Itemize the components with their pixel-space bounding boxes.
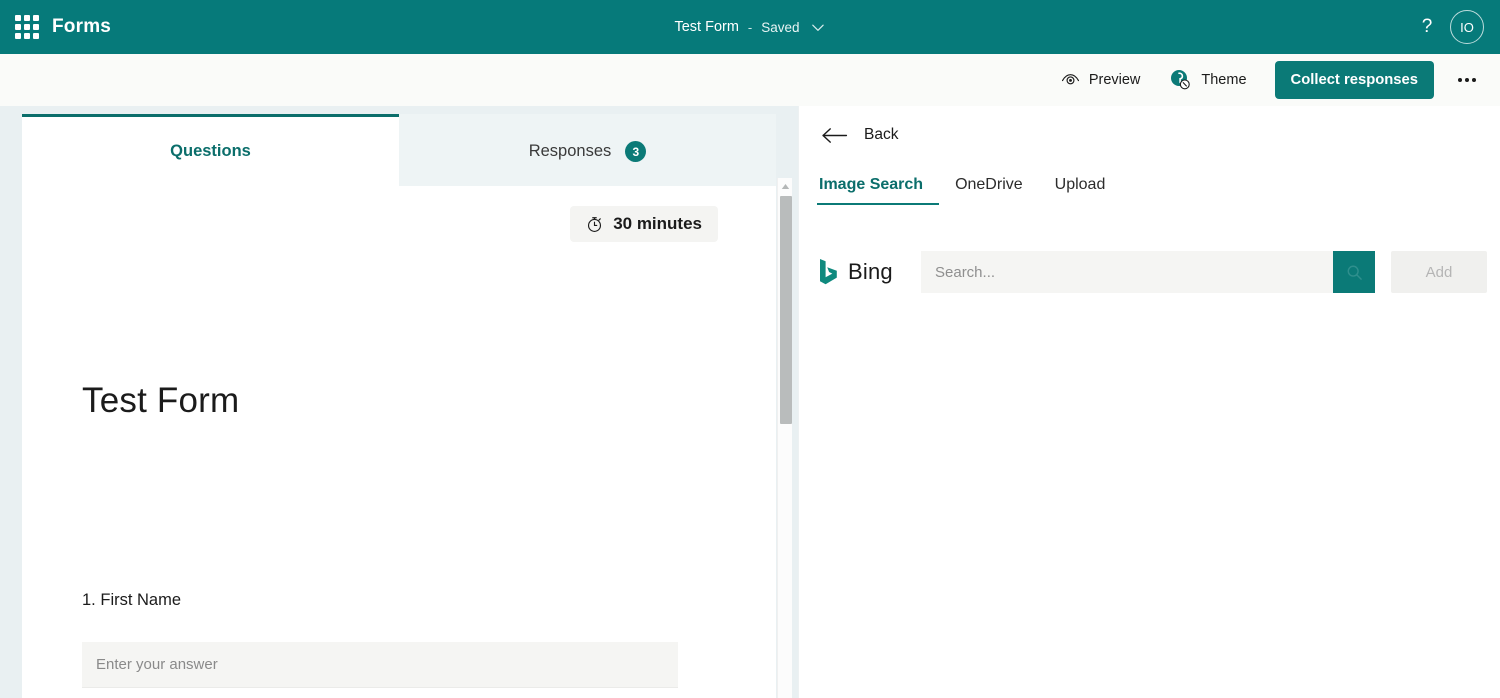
tab-upload[interactable]: Upload bbox=[1039, 176, 1122, 205]
bing-label: Bing bbox=[848, 259, 893, 284]
ellipsis-dot bbox=[1465, 78, 1469, 82]
timer-label: 30 minutes bbox=[613, 214, 702, 233]
more-options-icon[interactable] bbox=[1448, 61, 1486, 99]
question-item: 1. First Name bbox=[82, 591, 702, 688]
ellipsis-dot bbox=[1458, 78, 1462, 82]
form-title[interactable]: Test Form bbox=[82, 381, 239, 421]
tab-responses[interactable]: Responses 3 bbox=[399, 114, 776, 186]
waffle-dot bbox=[33, 15, 39, 21]
collect-responses-button[interactable]: Collect responses bbox=[1274, 61, 1434, 99]
image-search-input[interactable] bbox=[921, 251, 1333, 293]
waffle-dot bbox=[24, 24, 30, 30]
command-toolbar: Preview Theme Collect responses bbox=[0, 54, 1500, 106]
waffle-dot bbox=[24, 33, 30, 39]
theme-button[interactable]: Theme bbox=[1156, 63, 1258, 97]
bing-brand: Bing bbox=[817, 257, 921, 287]
eye-icon bbox=[1061, 74, 1079, 85]
app-launcher-icon[interactable] bbox=[14, 14, 40, 40]
tab-responses-label: Responses bbox=[528, 142, 612, 160]
app-name[interactable]: Forms bbox=[52, 16, 111, 38]
tab-questions[interactable]: Questions bbox=[22, 114, 399, 186]
back-label: Back bbox=[864, 126, 899, 143]
app-header: Forms Test Form - Saved ? IO bbox=[0, 0, 1500, 54]
waffle-dot bbox=[24, 15, 30, 21]
image-search-row: Bing Add bbox=[817, 249, 1487, 295]
tab-onedrive[interactable]: OneDrive bbox=[939, 176, 1039, 205]
document-title: Test Form bbox=[674, 19, 739, 35]
bing-logo-icon bbox=[820, 259, 837, 285]
waffle-dot bbox=[33, 33, 39, 39]
search-submit-button[interactable] bbox=[1333, 251, 1375, 293]
avatar-initials: IO bbox=[1460, 19, 1474, 35]
save-state-label: Saved bbox=[761, 19, 800, 35]
chevron-down-icon[interactable] bbox=[811, 20, 826, 35]
help-icon[interactable]: ? bbox=[1410, 10, 1444, 44]
question-answer-input[interactable] bbox=[82, 642, 678, 688]
main-content: Questions Responses 3 30 minutes Test Fo… bbox=[0, 106, 1500, 698]
editor-tablist: Questions Responses 3 bbox=[22, 114, 776, 186]
scroll-up-arrow-icon[interactable] bbox=[778, 178, 793, 194]
scrollbar-thumb[interactable] bbox=[779, 196, 792, 424]
document-title-group[interactable]: Test Form - Saved bbox=[674, 0, 825, 54]
form-canvas: 30 minutes Test Form 1. First Name bbox=[22, 186, 776, 698]
panel-tablist: Image Search OneDrive Upload bbox=[817, 176, 1121, 205]
tab-questions-label: Questions bbox=[170, 142, 251, 160]
timer-row: 30 minutes bbox=[570, 206, 718, 242]
form-editor-pane: Questions Responses 3 30 minutes Test Fo… bbox=[0, 106, 798, 698]
header-actions: ? IO bbox=[1410, 0, 1500, 54]
back-button[interactable]: Back bbox=[813, 114, 906, 156]
preview-label: Preview bbox=[1088, 72, 1141, 88]
editor-scrollbar[interactable] bbox=[777, 178, 792, 698]
image-picker-panel: Back Image Search OneDrive Upload Bing S… bbox=[798, 106, 1500, 698]
add-image-button[interactable]: Add bbox=[1391, 251, 1487, 293]
stopwatch-icon bbox=[588, 216, 602, 232]
theme-label: Theme bbox=[1201, 72, 1247, 88]
tab-image-search[interactable]: Image Search bbox=[817, 176, 940, 205]
title-separator: - bbox=[747, 19, 753, 35]
avatar[interactable]: IO bbox=[1450, 10, 1484, 44]
arrow-left-icon bbox=[822, 127, 848, 143]
search-icon bbox=[1347, 265, 1362, 280]
question-text: First Name bbox=[100, 591, 182, 609]
waffle-dot bbox=[33, 24, 39, 30]
preview-button[interactable]: Preview bbox=[1049, 63, 1153, 97]
palette-icon bbox=[1171, 70, 1191, 90]
form-timer-button[interactable]: 30 minutes bbox=[570, 206, 718, 242]
waffle-dot bbox=[15, 15, 21, 21]
question-number: 1. bbox=[82, 591, 96, 609]
question-label[interactable]: 1. First Name bbox=[82, 591, 702, 610]
ellipsis-dot bbox=[1472, 78, 1476, 82]
waffle-dot bbox=[15, 33, 21, 39]
waffle-dot bbox=[15, 24, 21, 30]
responses-count-badge: 3 bbox=[625, 141, 647, 162]
